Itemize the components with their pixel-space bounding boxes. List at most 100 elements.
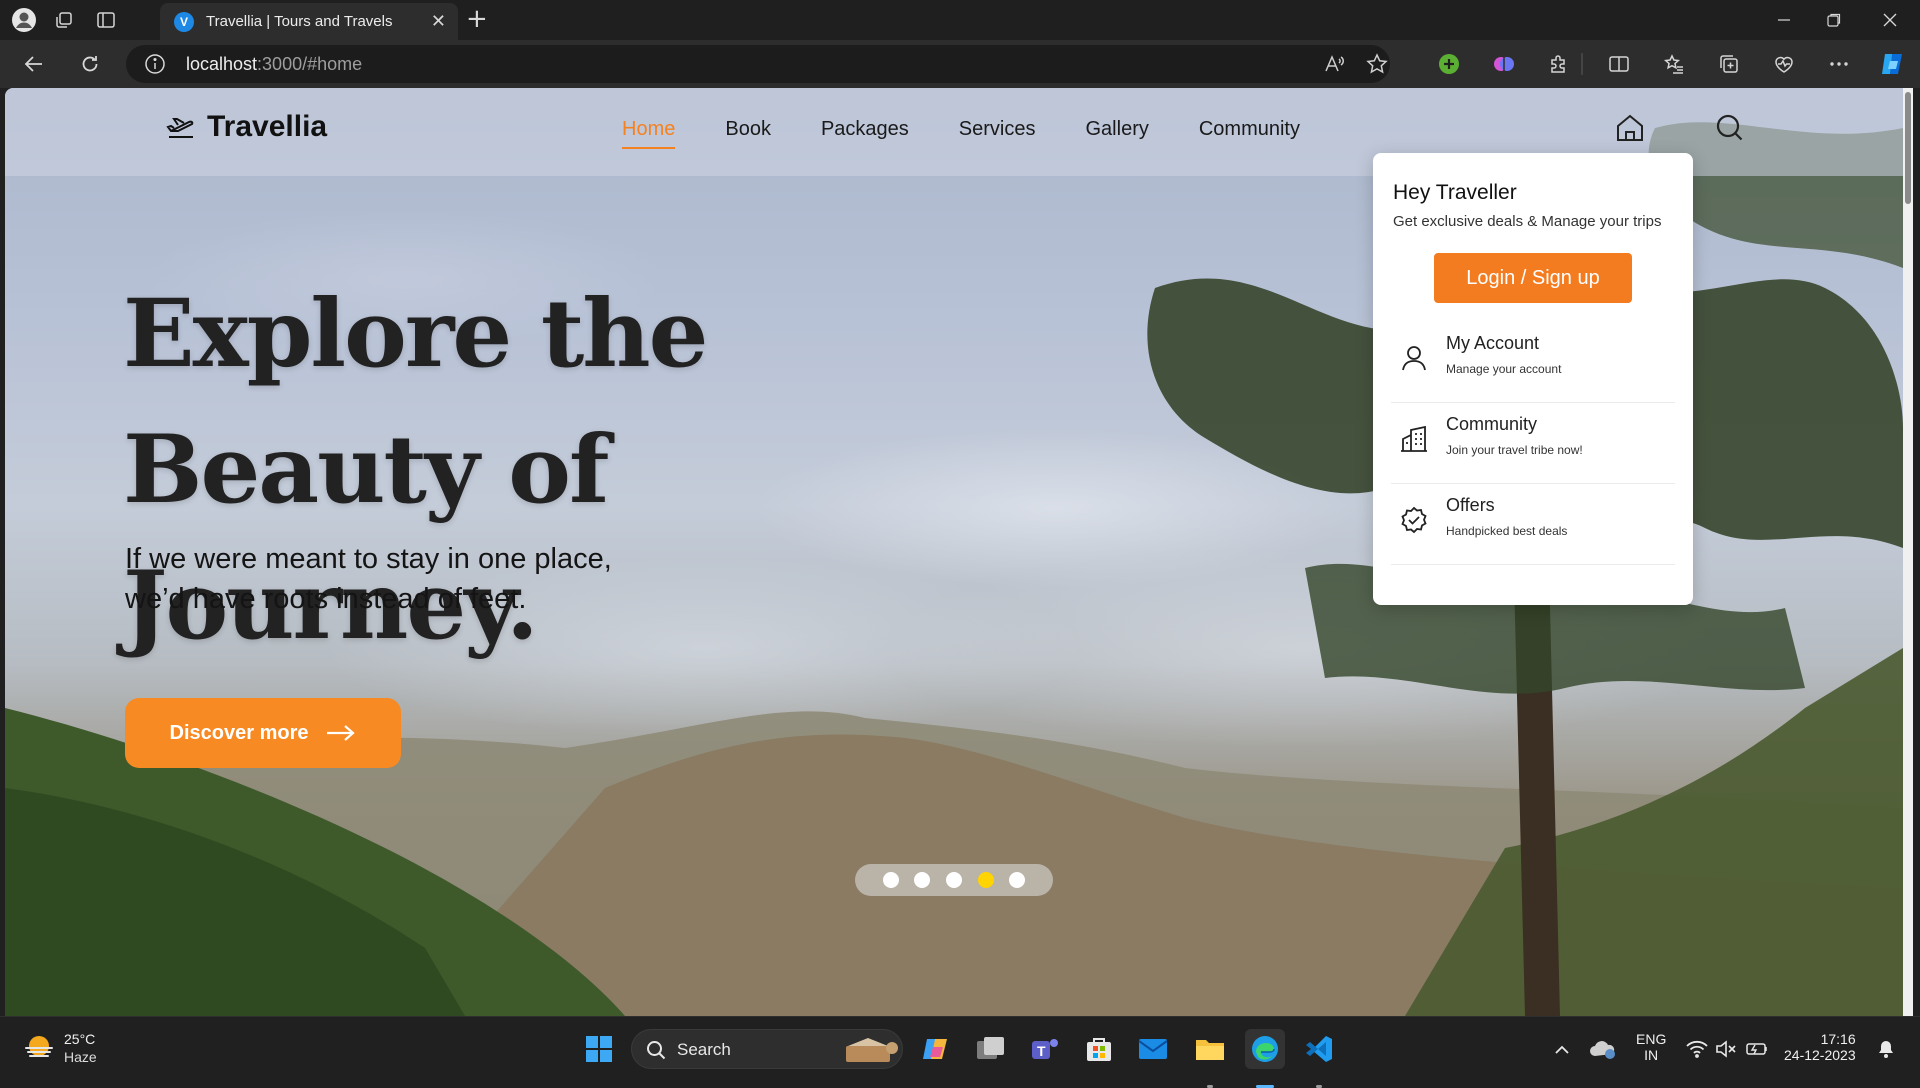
notification-bell-icon[interactable]: [1866, 1029, 1906, 1069]
battery-icon[interactable]: [1737, 1029, 1777, 1069]
menu-item-gallery[interactable]: Gallery: [1086, 118, 1149, 141]
mail-icon[interactable]: [1133, 1029, 1173, 1069]
vscode-icon[interactable]: [1299, 1029, 1339, 1088]
clock[interactable]: 17:16 24-12-2023: [1784, 1031, 1856, 1063]
tab-title: Travellia | Tours and Travels: [206, 13, 393, 30]
dropdown-item-label: Offers: [1446, 495, 1495, 515]
start-windows-icon[interactable]: [579, 1029, 619, 1069]
hazy-sun-icon: [25, 1036, 53, 1057]
weather-temp: 25°C: [64, 1031, 96, 1047]
task-view-icon[interactable]: [971, 1029, 1011, 1069]
badge-check-icon: [1401, 506, 1427, 534]
user-icon: [1402, 346, 1426, 371]
slider-dot[interactable]: [914, 872, 931, 888]
svg-text:T: T: [1037, 1043, 1046, 1059]
minimize-icon[interactable]: [1764, 6, 1804, 34]
more-menu-icon[interactable]: [1824, 50, 1854, 78]
show-hidden-icons-chevron-icon[interactable]: [1542, 1029, 1582, 1069]
new-tab-button[interactable]: +: [466, 6, 488, 32]
close-window-icon[interactable]: [1870, 6, 1910, 34]
back-arrow-icon[interactable]: [18, 49, 50, 79]
onedrive-sync-icon[interactable]: [1583, 1029, 1623, 1069]
dropdown-item-label: My Account: [1446, 333, 1540, 353]
search-highlight-image: [846, 1038, 898, 1062]
windows-taskbar: 25°C Haze Search T ENG IN 17:16 24-12-20…: [0, 1016, 1920, 1088]
menu-item-home[interactable]: Home: [622, 118, 676, 149]
browser-essentials-icon[interactable]: [1769, 50, 1799, 78]
workspaces-icon[interactable]: [50, 6, 78, 34]
read-aloud-icon[interactable]: [1321, 51, 1347, 77]
browser-tab-bar: V Travellia | Tours and Travels ✕ +: [0, 0, 1920, 40]
hero-subtitle-line1: If we were meant to stay in one place,: [125, 543, 612, 575]
menu-item-packages[interactable]: Packages: [821, 118, 909, 141]
browser-tab-active[interactable]: V Travellia | Tours and Travels ✕: [160, 3, 458, 40]
microsoft-store-icon[interactable]: [1079, 1029, 1119, 1069]
discover-more-label: Discover more: [169, 721, 309, 744]
hero-subtitle: If we were meant to stay in one place, w…: [125, 539, 725, 619]
tab-actions-icon[interactable]: [92, 6, 120, 34]
refresh-icon[interactable]: [74, 49, 106, 79]
extensions-puzzle-icon[interactable]: [1544, 50, 1574, 78]
taskbar-search[interactable]: Search: [631, 1029, 903, 1069]
slider-dot[interactable]: [882, 872, 899, 888]
search-icon[interactable]: [1712, 110, 1748, 146]
page-scrollbar[interactable]: [1903, 88, 1913, 1016]
restore-icon[interactable]: [1814, 6, 1854, 34]
browser-toolbar: localhost:3000/#home: [0, 40, 1920, 88]
dropdown-item-community[interactable]: Community Join your travel tribe now!: [1391, 404, 1675, 484]
arrow-right-icon: [327, 725, 356, 741]
weather-desc: Haze: [64, 1049, 97, 1065]
file-explorer-icon[interactable]: [1190, 1029, 1230, 1088]
site-info-icon[interactable]: [144, 53, 166, 75]
hero-subtitle-line2: we’d have roots instead of feet.: [125, 583, 527, 615]
page-viewport: Travellia Home Book Packages Services Ga…: [5, 88, 1903, 1016]
dropdown-item-sub: Manage your account: [1446, 362, 1562, 376]
dropdown-subtitle: Get exclusive deals & Manage your trips: [1393, 213, 1662, 230]
menu-item-book[interactable]: Book: [725, 118, 771, 141]
home-icon[interactable]: [1612, 110, 1648, 146]
toolbar-divider: [1577, 50, 1587, 78]
dropdown-item-sub: Handpicked best deals: [1446, 524, 1568, 538]
brand-name: Travellia: [207, 110, 328, 143]
address-bar[interactable]: localhost:3000/#home: [126, 45, 1390, 83]
slider-dot[interactable]: [945, 872, 962, 888]
weather-widget[interactable]: 25°C Haze: [22, 1031, 97, 1065]
site-favicon-icon: V: [174, 11, 194, 32]
teams-icon[interactable]: T: [1025, 1029, 1065, 1069]
discover-more-button[interactable]: Discover more: [125, 698, 401, 768]
dropdown-item-sub: Join your travel tribe now!: [1446, 443, 1583, 457]
dropdown-title: Hey Traveller: [1393, 181, 1517, 204]
clock-time: 17:16: [1820, 1031, 1856, 1047]
collections-icon[interactable]: [1714, 50, 1744, 78]
main-menu: Home Book Packages Services Gallery Comm…: [622, 118, 1350, 149]
profile-icon[interactable]: [10, 6, 38, 34]
favorites-list-icon[interactable]: [1659, 50, 1689, 78]
brand-logo[interactable]: Travellia: [165, 110, 327, 144]
plane-icon: [166, 118, 194, 138]
buildings-icon: [1401, 425, 1427, 452]
tab-close-icon[interactable]: ✕: [431, 11, 446, 32]
extension-brain-icon[interactable]: [1489, 50, 1519, 78]
clock-date: 24-12-2023: [1784, 1047, 1856, 1063]
scrollbar-thumb[interactable]: [1905, 92, 1911, 204]
slider-dot[interactable]: [1009, 872, 1026, 888]
search-label: Search: [677, 1040, 731, 1059]
menu-item-community[interactable]: Community: [1199, 118, 1300, 141]
split-screen-icon[interactable]: [1604, 50, 1634, 78]
search-icon: [647, 1041, 666, 1060]
copilot-taskbar-icon[interactable]: [917, 1029, 957, 1069]
edge-browser-icon[interactable]: [1245, 1029, 1285, 1088]
account-dropdown: Hey Traveller Get exclusive deals & Mana…: [1373, 153, 1693, 605]
dropdown-item-offers[interactable]: Offers Handpicked best deals: [1391, 485, 1675, 565]
url-text: localhost:3000/#home: [186, 54, 363, 74]
extension-green-plus-icon[interactable]: [1434, 50, 1464, 78]
menu-item-services[interactable]: Services: [959, 118, 1036, 141]
dropdown-item-label: Community: [1446, 414, 1538, 434]
dropdown-item-my-account[interactable]: My Account Manage your account: [1391, 323, 1675, 403]
language-line2: IN: [1644, 1047, 1659, 1063]
language-indicator[interactable]: ENG IN: [1636, 1031, 1666, 1063]
slider-dot-active[interactable]: [977, 872, 994, 888]
login-signup-button[interactable]: Login / Sign up: [1434, 253, 1632, 303]
favorite-star-icon[interactable]: [1364, 51, 1390, 77]
copilot-icon[interactable]: [1878, 50, 1908, 78]
